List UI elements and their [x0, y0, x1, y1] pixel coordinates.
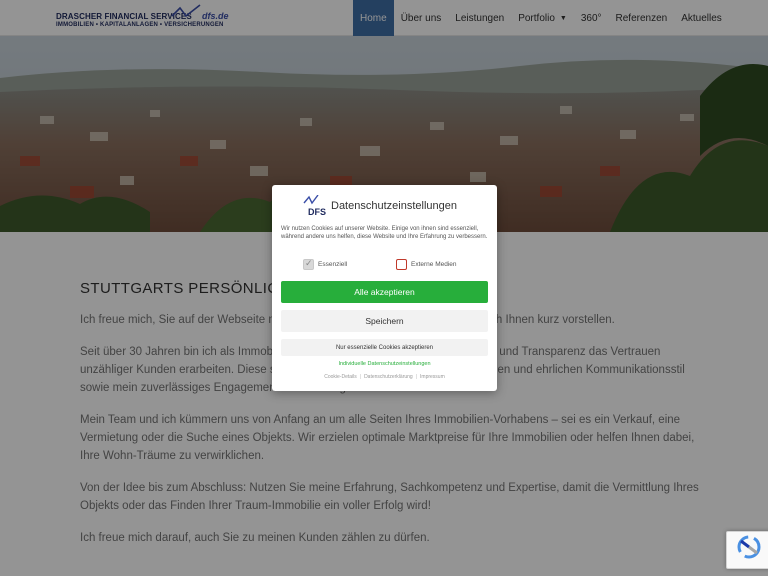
essential-only-button[interactable]: Nur essenzielle Cookies akzeptieren	[281, 339, 488, 356]
cookie-dialog-text: Wir nutzen Cookies auf unserer Website. …	[281, 226, 488, 240]
recaptcha-badge[interactable]	[726, 531, 768, 569]
recaptcha-icon	[737, 535, 761, 559]
cookie-consent-dialog: DFS Datenschutzeinstellungen Wir nutzen …	[272, 185, 497, 391]
dfs-logo-icon: DFS	[303, 195, 326, 217]
link-separator: |	[415, 374, 418, 380]
save-button[interactable]: Speichern	[281, 310, 488, 332]
cookie-dialog-title: Datenschutzeinstellungen	[331, 200, 457, 212]
essential-label: Essenziell	[318, 260, 348, 268]
external-media-checkbox[interactable]: Externe Medien	[396, 258, 457, 270]
cookie-details-link[interactable]: Cookie-Details	[324, 374, 357, 380]
checkbox-checked-icon	[303, 258, 314, 270]
imprint-link[interactable]: Impressum	[420, 374, 445, 380]
link-separator: |	[359, 374, 362, 380]
essential-cookies-checkbox[interactable]: Essenziell	[303, 258, 347, 270]
checkbox-unchecked-icon	[396, 258, 407, 270]
individual-settings-link[interactable]: Individuelle Datenschutzeinstellungen	[272, 361, 497, 367]
accept-all-button[interactable]: Alle akzeptieren	[281, 281, 488, 303]
external-media-label: Externe Medien	[411, 260, 457, 268]
svg-text:DFS: DFS	[308, 207, 326, 217]
cookie-footer-links: Cookie-Details | Datenschutzerklärung | Impr…	[272, 374, 497, 380]
privacy-policy-link[interactable]: Datenschutzerklärung	[364, 374, 413, 380]
